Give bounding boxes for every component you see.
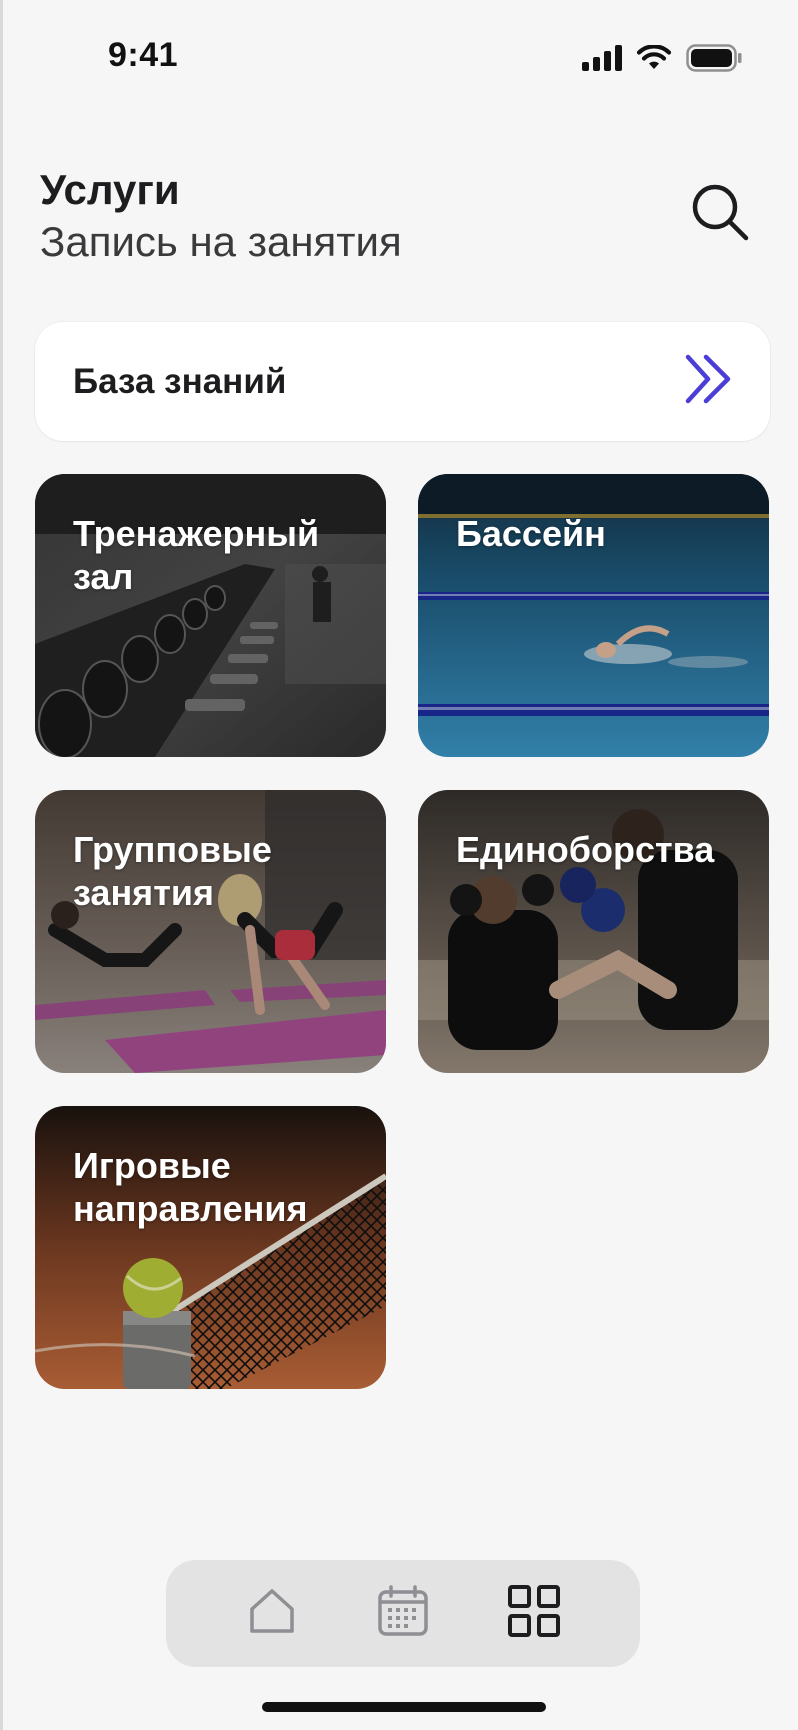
tile-gym[interactable]: Тренажерный зал bbox=[35, 474, 386, 757]
calendar-icon bbox=[376, 1584, 430, 1643]
tile-game-sports-label-line2: направления bbox=[73, 1188, 308, 1229]
status-bar: 9:41 bbox=[0, 0, 798, 110]
tab-home[interactable] bbox=[236, 1578, 308, 1650]
status-time: 9:41 bbox=[108, 36, 179, 74]
tile-pool-label: Бассейн bbox=[456, 512, 745, 555]
tile-pool-label-line1: Бассейн bbox=[456, 513, 606, 554]
tile-martial-arts[interactable]: Единоборства bbox=[418, 790, 769, 1073]
knowledge-base-card[interactable]: База знаний bbox=[35, 322, 770, 441]
double-chevron-right-icon bbox=[684, 353, 736, 410]
tile-martial-arts-label-line1: Единоборства bbox=[456, 829, 715, 870]
knowledge-base-label: База знаний bbox=[73, 361, 287, 401]
battery-icon bbox=[686, 44, 742, 77]
tile-game-sports-label: Игровые направления bbox=[73, 1144, 362, 1230]
home-indicator bbox=[262, 1702, 546, 1712]
tile-game-sports-label-line1: Игровые bbox=[73, 1145, 231, 1186]
tile-gym-label: Тренажерный зал bbox=[73, 512, 362, 598]
tile-group-classes[interactable]: Групповые занятия bbox=[35, 790, 386, 1073]
tile-group-classes-label-line1: Групповые bbox=[73, 829, 272, 870]
home-icon bbox=[246, 1585, 298, 1642]
tile-group-classes-label-line2: занятия bbox=[73, 872, 214, 913]
tab-services[interactable] bbox=[498, 1578, 570, 1650]
tab-bar bbox=[166, 1560, 640, 1667]
tab-calendar[interactable] bbox=[367, 1578, 439, 1650]
tile-gym-label-line2: зал bbox=[73, 556, 134, 597]
grid-icon bbox=[507, 1584, 561, 1643]
page-subtitle: Запись на занятия bbox=[40, 218, 402, 265]
tile-group-classes-label: Групповые занятия bbox=[73, 828, 362, 914]
screen-edge bbox=[0, 0, 3, 1730]
tile-pool[interactable]: Бассейн bbox=[418, 474, 769, 757]
cellular-signal-icon bbox=[582, 45, 622, 76]
search-icon bbox=[690, 182, 750, 247]
status-icons bbox=[582, 44, 742, 77]
tile-game-sports[interactable]: Игровые направления bbox=[35, 1106, 386, 1389]
wifi-icon bbox=[636, 44, 672, 76]
page-title: Услуги bbox=[40, 166, 180, 213]
tile-gym-label-line1: Тренажерный bbox=[73, 513, 320, 554]
search-button[interactable] bbox=[688, 182, 752, 246]
tile-martial-arts-label: Единоборства bbox=[456, 828, 745, 871]
